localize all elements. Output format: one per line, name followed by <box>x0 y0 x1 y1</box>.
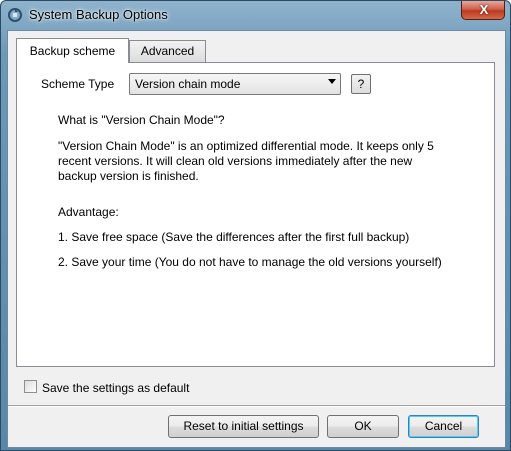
scheme-type-select[interactable]: Version chain mode <box>129 73 341 95</box>
window-title: System Backup Options <box>29 7 168 22</box>
title-bar[interactable]: System Backup Options X <box>1 1 510 29</box>
help-button[interactable]: ? <box>351 74 371 94</box>
ok-button[interactable]: OK <box>327 415 399 438</box>
close-icon: X <box>479 2 489 17</box>
description-line: recent versions. It will clean old versi… <box>58 154 413 168</box>
cancel-button[interactable]: Cancel <box>408 415 479 438</box>
description-line: "Version Chain Mode" is an optimized dif… <box>58 139 434 153</box>
chevron-down-icon <box>328 79 336 84</box>
description-heading: What is "Version Chain Mode"? <box>58 113 225 127</box>
advantage-label: Advantage: <box>58 205 119 219</box>
close-button[interactable]: X <box>461 1 505 20</box>
dialog-client-area: Backup scheme Advanced Scheme Type Versi… <box>7 30 506 448</box>
description-line: backup version is finished. <box>58 169 199 183</box>
tab-backup-scheme[interactable]: Backup scheme <box>16 38 129 63</box>
backup-app-icon <box>8 8 22 22</box>
footer-separator <box>8 405 505 407</box>
advantage-point: 2. Save your time (You do not have to ma… <box>58 255 442 269</box>
tab-panel: Scheme Type Version chain mode ? What is… <box>16 62 495 367</box>
reset-settings-button[interactable]: Reset to initial settings <box>168 415 319 438</box>
advantage-point: 1. Save free space (Save the differences… <box>58 230 410 244</box>
scheme-type-value: Version chain mode <box>135 77 241 91</box>
save-default-label[interactable]: Save the settings as default <box>42 381 189 395</box>
dialog-window: System Backup Options X Backup scheme Ad… <box>0 0 511 451</box>
tab-advanced[interactable]: Advanced <box>129 40 206 62</box>
save-default-checkbox[interactable] <box>24 380 37 393</box>
scheme-type-label: Scheme Type <box>41 77 115 91</box>
